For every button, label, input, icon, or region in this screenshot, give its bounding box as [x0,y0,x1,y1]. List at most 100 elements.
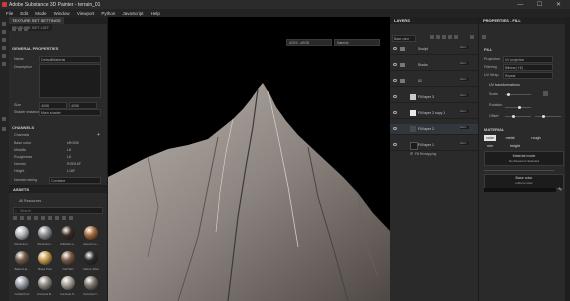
material-tile[interactable]: Concrete S... [57,276,79,298]
channel-format[interactable]: RGB16F [67,162,81,166]
offset-slider-v[interactable] [535,116,561,117]
eraser-tool-icon[interactable] [2,30,6,34]
add-mask-icon[interactable] [448,35,452,39]
description-field[interactable] [39,64,101,98]
clone-tool-icon[interactable] [2,54,6,58]
lock-ratio-icon[interactable] [543,91,548,96]
channel-toggle-color[interactable]: color [484,135,496,141]
add-folder-icon[interactable] [442,35,446,39]
base-color-box[interactable]: Base color uniform color [484,174,564,189]
layer-effect-row[interactable]: Fill Remapping [410,151,478,157]
channel-format[interactable]: L16F [67,169,75,173]
filter-all-icon[interactable] [13,216,17,220]
material-tile[interactable]: Aluminium... [11,226,33,248]
add-paint-layer-icon[interactable] [436,35,440,39]
layer-blend[interactable]: Norm [460,62,469,65]
layer-blend[interactable]: Norm [460,46,469,49]
reset-icon[interactable] [18,27,22,31]
material-mode-box[interactable]: Material mode No Resource Selected [484,151,564,166]
channel-format[interactable]: L8 [67,148,71,152]
layer-blend[interactable]: Norm [460,110,469,113]
assets-search-input[interactable]: Search ⌕ [13,207,103,214]
filter-brushes-icon[interactable] [34,216,38,220]
menu-file[interactable]: File [6,11,13,16]
filtering-select[interactable]: Bilinear | HQ [503,64,553,71]
menu-viewport[interactable]: Viewport [77,11,94,16]
material-tile[interactable]: Carbon Fiber [80,251,102,273]
channel-toggle-metal[interactable]: metal [498,135,522,141]
menu-help[interactable]: Help [151,11,160,16]
add-channel-button[interactable]: + [97,132,100,138]
eyedropper-icon[interactable]: ✎ [558,187,562,193]
menu-mode[interactable]: Mode [35,11,46,16]
layer-blend[interactable]: Norm [460,94,469,97]
filter-materials-icon[interactable] [20,216,24,220]
settings-toggle-icon[interactable] [2,127,6,131]
material-tile[interactable]: Autumn Le... [80,226,102,248]
layer-row[interactable]: Fill layer 3 Norm [390,92,478,103]
size-select-2[interactable]: 4096 [69,102,97,109]
layer-row[interactable]: Rocks Norm [390,60,478,71]
offset-slider-u[interactable] [505,116,531,117]
base-color-swatch[interactable] [484,188,556,192]
viewport-3d[interactable]: ACES - sRGB Material [108,17,390,301]
visibility-eye-icon[interactable] [393,47,397,50]
layer-row[interactable]: Fill layer 1 Norm [390,140,478,151]
filter-textures-icon[interactable] [48,216,52,220]
size-select[interactable]: 4096 [39,102,67,109]
visibility-eye-icon[interactable] [393,127,397,130]
menu-javascript[interactable]: JavaScript [123,11,144,16]
filter-environments-icon[interactable] [69,216,73,220]
layer-row[interactable]: 01 Norm [390,76,478,87]
layer-row[interactable]: Fill layer 2 copy 1 Norm [390,108,478,119]
layer-blend[interactable]: Norm [460,78,469,81]
channel-toggle-rough[interactable]: rough [524,135,548,141]
projection-tool-icon[interactable] [2,38,6,42]
rotation-slider-knob[interactable] [518,105,521,109]
channel-format[interactable]: L8 [67,155,71,159]
all-resources-label[interactable]: All Resources [19,199,41,203]
smudge-tool-icon[interactable] [2,46,6,50]
window-controls[interactable]: — ☐ ✕ [517,1,567,8]
channel-toggle-nrm[interactable]: nrm [484,143,496,149]
layer-blend[interactable]: Norm [460,142,469,145]
projection-select[interactable]: UV projection [503,56,553,63]
properties-menu-icon[interactable] [482,35,486,39]
menu-edit[interactable]: Edit [20,11,28,16]
layer-blend[interactable]: Norm [460,126,469,129]
material-tile[interactable]: Baked Lig... [11,251,33,273]
channel-format[interactable]: sRGB8 [67,141,79,145]
add-fill-layer-icon[interactable] [430,35,434,39]
layers-toggle-icon[interactable] [2,117,6,121]
menu-window[interactable]: Window [54,11,70,16]
delete-layer-icon[interactable] [470,35,474,39]
paint-tool-icon[interactable] [2,22,6,26]
material-tile[interactable]: Artificial Le... [57,226,79,248]
tab-texture-set-settings[interactable]: TEXTURE SET SETTINGS [9,17,64,24]
normal-mixing-select[interactable]: Combine [49,177,101,184]
material-tile[interactable]: Calf Skin [57,251,79,273]
filter-generators-icon[interactable] [55,216,59,220]
channel-select[interactable]: Base color [392,35,416,42]
material-tile[interactable]: Concrete T... [80,276,102,298]
filter-filters-icon[interactable] [62,216,66,220]
material-tile[interactable]: Brass Pure [34,251,56,273]
filter-smart-materials-icon[interactable] [27,216,31,220]
menu-icon[interactable] [12,27,16,31]
layer-row-selected[interactable]: Fill layer 2 Norm [390,124,478,135]
material-tile[interactable]: Aluminium... [34,226,56,248]
add-effect-icon[interactable] [454,35,458,39]
visibility-eye-icon[interactable] [393,95,397,98]
shader-select[interactable]: Main shader [39,109,101,116]
visibility-eye-icon[interactable] [393,111,397,114]
visibility-eye-icon[interactable] [393,79,397,82]
scale-slider-knob[interactable] [507,92,510,96]
uv-transform-title[interactable]: UV transformations [489,83,520,87]
offset-slider-u-knob[interactable] [512,114,515,118]
uv-wrap-select[interactable]: Repeat [503,72,553,79]
filter-alphas-icon[interactable] [41,216,45,220]
name-field[interactable]: DefaultMaterial [39,56,101,63]
visibility-eye-icon[interactable] [393,63,397,66]
menu-python[interactable]: Python [101,11,115,16]
picker-tool-icon[interactable] [2,62,6,66]
